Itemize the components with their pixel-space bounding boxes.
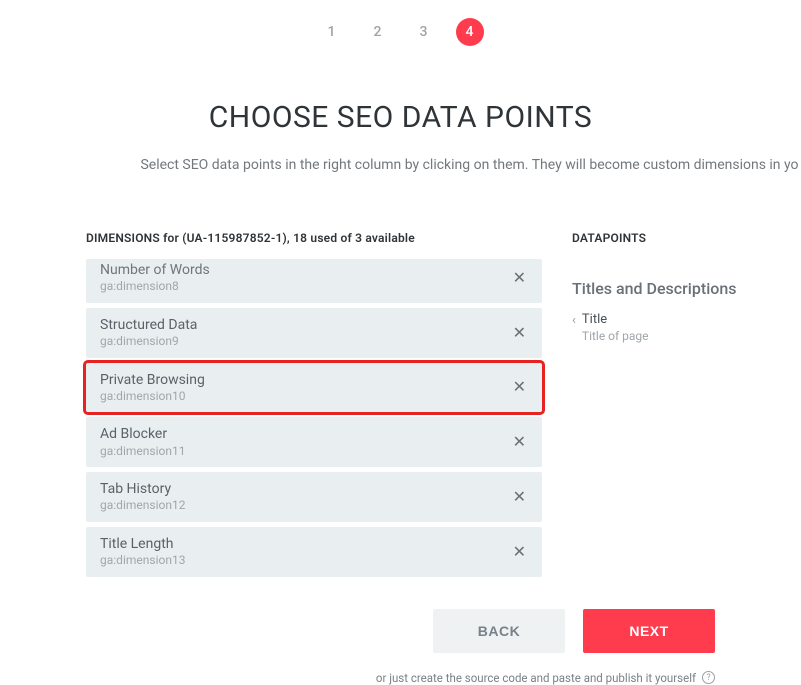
step-4[interactable]: 4: [456, 18, 484, 46]
step-1[interactable]: 1: [318, 18, 346, 46]
dimension-sublabel: ga:dimension12: [100, 498, 511, 514]
datapoint-sublabel: Title of page: [582, 329, 649, 345]
chevron-left-icon: ‹: [572, 312, 576, 330]
dimension-text: Number of Wordsga:dimension8: [100, 261, 511, 295]
dimension-item[interactable]: Number of Wordsga:dimension8✕: [86, 259, 542, 303]
dimension-item[interactable]: Structured Dataga:dimension9✕: [86, 308, 542, 358]
dimension-text: Tab Historyga:dimension12: [100, 480, 511, 514]
dimension-text: Structured Dataga:dimension9: [100, 316, 511, 350]
dimension-label: Private Browsing: [100, 371, 511, 389]
page-title: CHOOSE SEO DATA POINTS: [0, 100, 801, 135]
datapoint-label: Title: [582, 312, 649, 329]
datapoint-text: TitleTitle of page: [582, 312, 649, 344]
dimension-sublabel: ga:dimension11: [100, 444, 511, 460]
datapoint-item[interactable]: ‹ TitleTitle of page: [572, 312, 801, 344]
button-row: BACK NEXT: [0, 609, 801, 653]
remove-icon[interactable]: ✕: [511, 266, 528, 290]
datapoints-list: ‹ TitleTitle of page: [572, 312, 801, 344]
dimension-item[interactable]: Tab Historyga:dimension12✕: [86, 472, 542, 522]
datapoints-heading: DATAPOINTS: [572, 231, 801, 245]
dimension-label: Number of Words: [100, 261, 511, 279]
dimension-sublabel: ga:dimension10: [100, 389, 511, 405]
dimension-text: Private Browsingga:dimension10: [100, 371, 511, 405]
dimension-sublabel: ga:dimension9: [100, 334, 511, 350]
remove-icon[interactable]: ✕: [511, 540, 528, 564]
step-3[interactable]: 3: [410, 18, 438, 46]
dimension-item[interactable]: Private Browsingga:dimension10✕: [86, 363, 542, 413]
dimension-sublabel: ga:dimension13: [100, 553, 511, 569]
dimensions-heading: DIMENSIONS for (UA-115987852-1), 18 used…: [86, 231, 542, 245]
stepper: 1234: [0, 18, 801, 46]
dimension-list: Number of Wordsga:dimension8✕Structured …: [86, 259, 542, 577]
dimension-label: Ad Blocker: [100, 425, 511, 443]
step-2[interactable]: 2: [364, 18, 392, 46]
page-subtitle: Select SEO data points in the right colu…: [0, 157, 801, 173]
dimensions-column: DIMENSIONS for (UA-115987852-1), 18 used…: [86, 231, 542, 577]
dimension-label: Tab History: [100, 480, 511, 498]
dimension-label: Title Length: [100, 535, 511, 553]
dimension-sublabel: ga:dimension8: [100, 279, 511, 295]
footer-text[interactable]: or just create the source code and paste…: [376, 671, 696, 685]
dimension-label: Structured Data: [100, 316, 511, 334]
remove-icon[interactable]: ✕: [511, 430, 528, 454]
help-icon[interactable]: ?: [702, 671, 715, 684]
datapoints-section-title: Titles and Descriptions: [572, 279, 801, 298]
dimension-text: Title Lengthga:dimension13: [100, 535, 511, 569]
remove-icon[interactable]: ✕: [511, 321, 528, 345]
remove-icon[interactable]: ✕: [511, 375, 528, 399]
remove-icon[interactable]: ✕: [511, 485, 528, 509]
next-button[interactable]: NEXT: [583, 609, 715, 653]
dimension-item[interactable]: Title Lengthga:dimension13✕: [86, 527, 542, 577]
footer-note: or just create the source code and paste…: [0, 671, 801, 685]
datapoints-column: DATAPOINTS Titles and Descriptions ‹ Titl…: [572, 231, 801, 577]
dimension-item[interactable]: Ad Blockerga:dimension11✕: [86, 417, 542, 467]
dimension-text: Ad Blockerga:dimension11: [100, 425, 511, 459]
back-button[interactable]: BACK: [433, 609, 565, 653]
